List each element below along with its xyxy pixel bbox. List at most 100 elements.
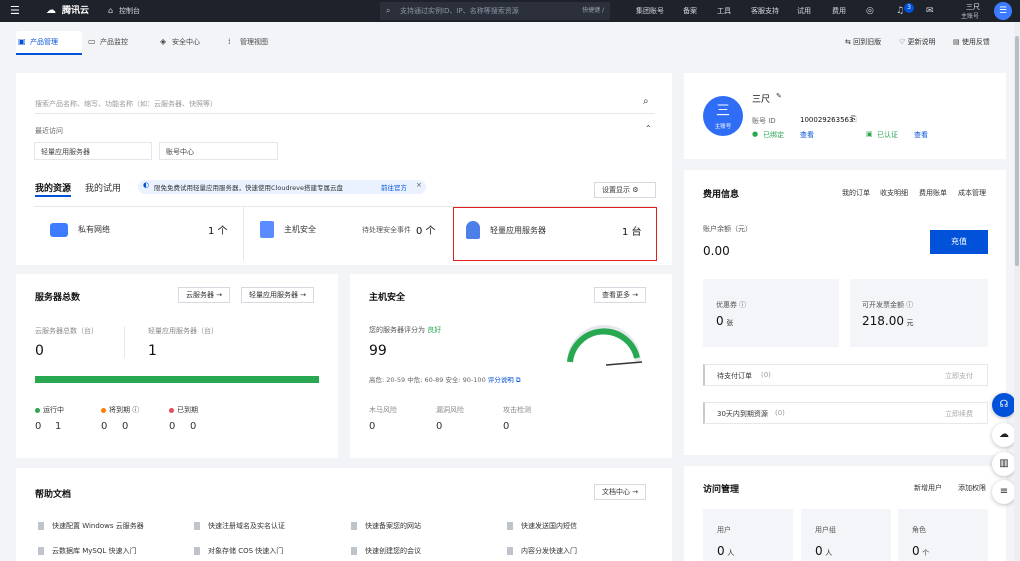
logo-text[interactable]: 腾讯云	[62, 0, 89, 22]
resource-count: 1 台	[622, 227, 642, 238]
billing-link-bills[interactable]: 费用账单	[919, 188, 947, 198]
pending-label: 待支付订单	[717, 372, 752, 380]
avatar-text: 三	[716, 103, 730, 119]
lighthouse-count-value: 1	[148, 343, 157, 359]
add-user-link[interactable]: 新增用户	[914, 483, 942, 493]
scrollbar-thumb[interactable]	[1015, 36, 1019, 266]
cvm-count-label: 云服务器总数（台）	[35, 327, 98, 335]
book-icon[interactable]: ▥	[992, 452, 1016, 476]
cloud-upload-icon[interactable]: ☁	[992, 423, 1016, 447]
doc-link[interactable]: 快速配置 Windows 云服务器	[38, 521, 144, 531]
user-groups-value: 0	[815, 544, 823, 558]
account-name: 三尺	[752, 95, 771, 105]
tab-product-management[interactable]: ▣ 产品管理	[16, 31, 82, 53]
doc-link[interactable]: 内容分发快速入门	[507, 546, 577, 556]
coupon-box[interactable]	[703, 279, 839, 347]
account-avatar[interactable]: 三 主账号	[703, 96, 743, 136]
resource-vpc[interactable]: 私有网络 1 个	[35, 207, 240, 261]
compass-icon[interactable]: ◎	[866, 0, 874, 22]
bell-icon[interactable]: ♫	[896, 0, 904, 22]
menu-icon[interactable]: ☰	[10, 0, 20, 22]
account-id-label: 账号 ID	[752, 117, 776, 125]
tab-product-monitor[interactable]: ▭ 产品监控	[86, 31, 152, 53]
nav-filing[interactable]: 备案	[683, 0, 697, 22]
home-icon[interactable]: ⌂	[108, 0, 113, 22]
resource-lighthouse[interactable]: 轻量应用服务器 1 台	[453, 207, 657, 261]
top-navbar: ☰ ☁ 腾讯云 ⌂ 控制台 ⌕ 支持通过实例ID、IP、名称等搜索资源 快捷键 …	[0, 0, 1020, 22]
expiring-resources-row[interactable]: 30天内到期资源 (0) 立即续费	[703, 402, 988, 424]
status-label: 运行中	[43, 406, 64, 414]
user-avatar[interactable]: ☰	[994, 2, 1012, 20]
score-help-link[interactable]: 评分说明	[488, 376, 514, 384]
billing-link-details[interactable]: 收支明细	[880, 188, 908, 198]
tab-security-center[interactable]: ◈ 安全中心	[158, 31, 224, 53]
add-permission-link[interactable]: 添加权限	[958, 483, 986, 493]
pending-orders-row[interactable]: 待支付订单 (0) 立即支付	[703, 364, 988, 386]
global-search-input[interactable]: ⌕ 支持通过实例ID、IP、名称等搜索资源 快捷键 /	[380, 2, 610, 20]
console-link[interactable]: 控制台	[119, 0, 140, 22]
nav-tools[interactable]: 工具	[717, 0, 731, 22]
recent-item-lighthouse[interactable]: 轻量应用服务器	[34, 142, 152, 160]
help-icon[interactable]: ⓘ	[132, 406, 139, 414]
recent-item-account-center[interactable]: 账号中心	[159, 142, 278, 160]
file-icon	[507, 522, 513, 530]
id-card-icon: ▣	[866, 130, 873, 138]
feedback-link[interactable]: ▤ 使用反馈	[953, 31, 990, 53]
view-more-button[interactable]: 查看更多 →	[594, 287, 647, 303]
collapse-icon[interactable]: ⌃	[645, 124, 652, 133]
doc-link[interactable]: 快速创建您的会议	[351, 546, 421, 556]
nav-support[interactable]: 客服支持	[751, 0, 779, 22]
search-icon[interactable]: ⌕	[643, 96, 649, 107]
verify-view-link[interactable]: 查看	[914, 130, 928, 140]
nav-group-account[interactable]: 集团账号	[636, 0, 664, 22]
close-icon[interactable]: ×	[416, 181, 422, 189]
tab-management-view[interactable]: ⁞ 管理视图	[226, 31, 296, 53]
renew-now-link[interactable]: 立即续费	[945, 409, 973, 419]
cvm-button[interactable]: 云服务器 →	[178, 287, 231, 303]
cloud-logo-icon[interactable]: ☁	[46, 0, 56, 22]
billing-link-cost[interactable]: 成本管理	[958, 188, 986, 198]
tab-my-trials[interactable]: 我的试用	[85, 181, 121, 194]
billing-link-orders[interactable]: 我的订单	[842, 188, 870, 198]
copy-icon[interactable]: ⎘	[851, 115, 857, 124]
info-icon[interactable]: ⓘ	[739, 301, 746, 309]
doc-title: 快速发送国内短信	[521, 522, 577, 530]
doc-link[interactable]: 快速备案您的网站	[351, 521, 421, 531]
roles-unit: 个	[922, 549, 930, 557]
resource-host-security[interactable]: 主机安全 待处理安全事件 0 个	[243, 207, 451, 261]
doc-link[interactable]: 对象存储 COS 快速入门	[194, 546, 283, 556]
list-icon[interactable]: ≡	[992, 480, 1016, 504]
edit-icon[interactable]: ✎	[776, 92, 782, 100]
mail-icon[interactable]: ✉	[926, 0, 934, 22]
doc-link[interactable]: 快速发送国内短信	[507, 521, 577, 531]
promo-icon: ◐	[143, 181, 150, 189]
lighthouse-button[interactable]: 轻量应用服务器 →	[241, 287, 315, 303]
file-icon	[194, 547, 200, 555]
promo-link[interactable]: 前往官方	[381, 182, 407, 192]
wechat-view-link[interactable]: 查看	[800, 130, 814, 140]
info-icon[interactable]: ⓘ	[906, 301, 913, 309]
invoice-box[interactable]	[850, 279, 988, 347]
billing-title: 费用信息	[703, 190, 740, 200]
shield-icon: ◈	[160, 37, 167, 46]
pay-now-link[interactable]: 立即支付	[945, 371, 973, 381]
display-settings-button[interactable]: 设置显示 ⚙	[594, 182, 656, 198]
file-icon	[194, 522, 200, 530]
trojan-value: 0	[369, 421, 376, 432]
doc-link[interactable]: 快速注册域名及实名认证	[194, 521, 285, 531]
nav-billing[interactable]: 费用	[832, 0, 846, 22]
external-link-icon[interactable]: ⧉	[516, 376, 521, 384]
recharge-button[interactable]: 充值	[930, 230, 988, 254]
coupon-unit: 张	[726, 319, 734, 327]
support-chat-icon[interactable]: ☊	[992, 393, 1016, 417]
doc-link[interactable]: 云数据库 MySQL 快速入门	[38, 546, 137, 556]
cvm-count-value: 0	[35, 343, 44, 359]
roles-value: 0	[912, 544, 920, 558]
page-scrollbar[interactable]	[1014, 22, 1020, 561]
back-old-version-link[interactable]: ⇆ 回到旧版	[845, 31, 881, 53]
nav-trial[interactable]: 试用	[797, 0, 811, 22]
tab-my-resources[interactable]: 我的资源	[35, 181, 71, 194]
changelog-link[interactable]: ♡ 更新说明	[899, 31, 936, 53]
doc-center-button[interactable]: 文档中心 →	[594, 484, 647, 500]
product-search-input[interactable]: 搜索产品名称、缩写、功能名称（如：云服务器、快照等）	[35, 99, 217, 109]
